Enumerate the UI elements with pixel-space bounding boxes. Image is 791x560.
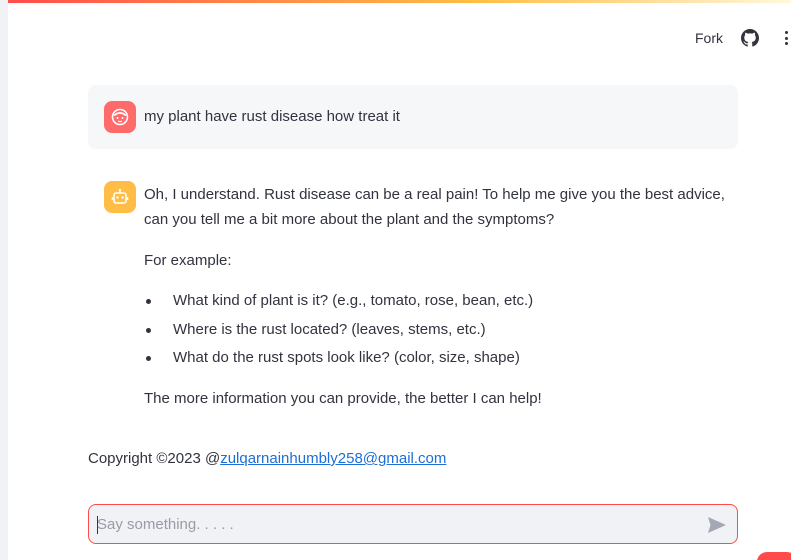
assistant-message: Oh, I understand. Rust disease can be a … [144,182,734,411]
fork-button[interactable]: Fork [695,30,723,46]
list-item: What do the rust spots look like? (color… [144,344,734,373]
copyright-text: Copyright ©2023 @ [88,450,221,467]
top-decoration-bar [0,0,791,3]
assistant-example-label: For example: [144,252,232,269]
assistant-closing-text: The more information you can provide, th… [144,389,542,407]
app-window: Fork my plant have rust disease how trea… [0,0,791,560]
app-status-widget[interactable] [757,552,791,560]
email-link[interactable]: zulqarnainhumbly258@gmail.com [220,450,446,467]
github-icon[interactable] [741,29,759,47]
chat-input-box [88,504,738,544]
user-message-text: my plant have rust disease how treat it [144,108,400,125]
sidebar-edge [0,0,8,560]
list-item: Where is the rust located? (leaves, stem… [144,316,734,345]
assistant-intro-text: Oh, I understand. Rust disease can be a … [144,186,725,228]
assistant-bullet-list: What kind of plant is it? (e.g., tomato,… [144,287,734,373]
user-face-icon [104,101,136,133]
copyright-footer: Copyright ©2023 @zulqarnainhumbly258@gma… [88,449,446,469]
header-toolbar: Fork [695,26,791,50]
user-message: my plant have rust disease how treat it [88,85,738,149]
more-vertical-icon[interactable] [781,29,791,47]
list-item: What kind of plant is it? (e.g., tomato,… [144,287,734,316]
robot-icon [104,181,136,213]
send-icon[interactable] [707,515,727,535]
chat-input[interactable] [97,505,687,543]
